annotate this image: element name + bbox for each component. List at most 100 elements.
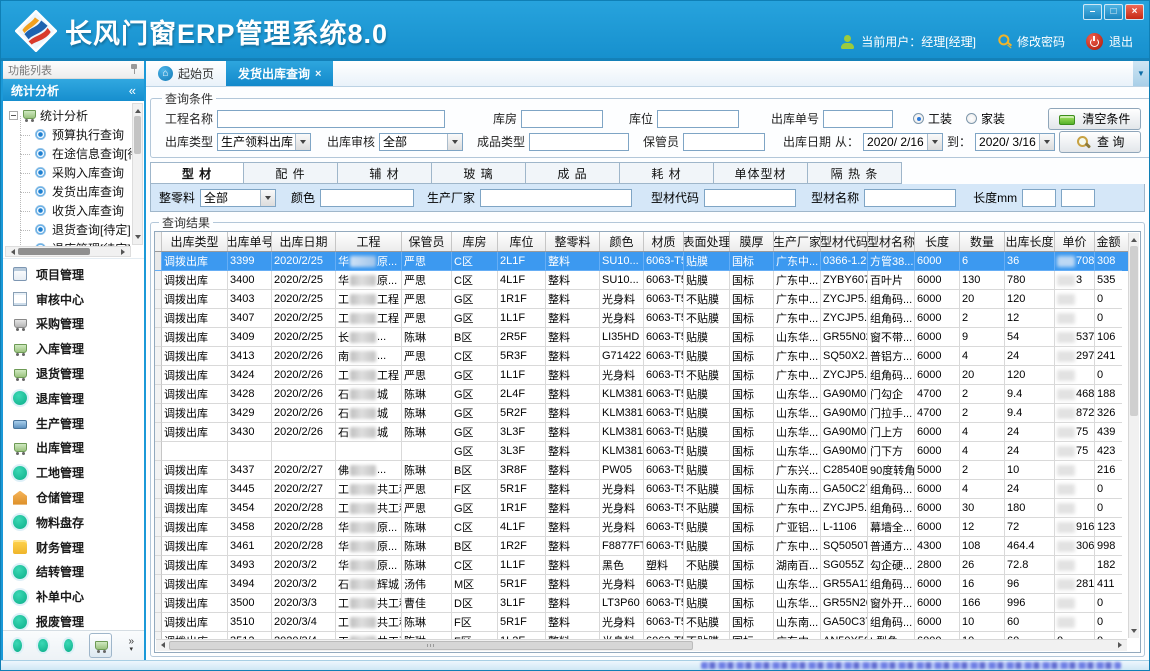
search-button[interactable]: 查 询 xyxy=(1059,131,1141,153)
audit-select[interactable]: 全部 xyxy=(379,133,463,151)
change-password-link[interactable]: 修改密码 xyxy=(997,33,1065,50)
table-row[interactable]: 调拨出库 3510 2020/3/4 工共工程 陈琳 F区 5R1F 整料 光身… xyxy=(155,613,1128,632)
column-header[interactable]: 库房 xyxy=(452,232,498,251)
column-header[interactable]: 整零料 xyxy=(546,232,600,251)
profile-code-input[interactable] xyxy=(704,189,796,207)
quick-item-icon[interactable] xyxy=(64,639,73,652)
table-row[interactable]: 调拨出库 3437 2020/2/27 佛... 陈琳 B区 3R8F 整料 P… xyxy=(155,461,1128,480)
sidebar-module-item[interactable]: 物料盘存 xyxy=(3,510,144,535)
table-row[interactable]: 调拨出库 3430 2020/2/26 石城 陈琳 G区 3L3F 整料 KLM… xyxy=(155,423,1128,442)
tree-item[interactable]: 预算执行查询 xyxy=(9,125,132,144)
color-input[interactable] xyxy=(320,189,414,207)
column-header[interactable]: 单价 xyxy=(1055,232,1095,251)
table-row[interactable]: 调拨出库 3429 2020/2/26 石城 陈琳 G区 5R2F 整料 KLM… xyxy=(155,404,1128,423)
tab-overflow-caret-icon[interactable]: ▼ xyxy=(1133,61,1149,86)
location-input[interactable] xyxy=(657,110,739,128)
column-header[interactable]: 材质 xyxy=(644,232,684,251)
sidebar-module-item[interactable]: 结转管理 xyxy=(3,560,144,585)
out-type-select[interactable]: 生产领料出库 xyxy=(217,133,311,151)
product-type-input[interactable] xyxy=(529,133,629,151)
scroll-thumb[interactable] xyxy=(18,248,90,255)
grid-horizontal-scrollbar[interactable] xyxy=(156,639,1127,651)
table-row[interactable]: 调拨出库 3400 2020/2/25 华原... 严思 C区 4L1F 整料 … xyxy=(155,271,1128,290)
sidebar-module-item[interactable]: 财务管理 xyxy=(3,535,144,560)
length-max-input[interactable] xyxy=(1061,189,1095,207)
tree-item[interactable]: 采购入库查询 xyxy=(9,163,132,182)
table-row[interactable]: 调拨出库 3407 2020/2/25 工工程 严思 G区 1L1F 整料 光身… xyxy=(155,309,1128,328)
sidebar-module-item[interactable]: 仓储管理 xyxy=(3,485,144,510)
maximize-button[interactable]: □ xyxy=(1104,4,1123,20)
radio-jiazhuang[interactable]: 家装 xyxy=(966,110,1005,127)
column-header[interactable]: 生产厂家 xyxy=(774,232,821,251)
tree-item[interactable]: 在途信息查询[待 xyxy=(9,144,132,163)
scroll-left-icon[interactable] xyxy=(158,642,165,648)
table-row[interactable]: 调拨出库 3458 2020/2/28 华原... 陈琳 C区 4L1F 整料 … xyxy=(155,518,1128,537)
tree-item[interactable]: 收货入库查询 xyxy=(9,201,132,220)
sidebar-module-item[interactable]: 生产管理 xyxy=(3,411,144,436)
minimize-button[interactable]: – xyxy=(1083,4,1102,20)
scroll-up-icon[interactable] xyxy=(135,106,141,113)
tree-item[interactable]: 退货查询[待定] xyxy=(9,220,132,239)
close-button[interactable]: × xyxy=(1125,4,1144,20)
sidebar-module-item[interactable]: 工地管理 xyxy=(3,460,144,485)
column-header[interactable]: 型材代码 xyxy=(821,232,868,251)
sidebar-module-item[interactable]: 报废管理 xyxy=(3,609,144,630)
scroll-down-icon[interactable] xyxy=(1131,629,1137,636)
scroll-thumb[interactable] xyxy=(1130,246,1138,416)
column-header[interactable]: 颜色 xyxy=(600,232,644,251)
material-tab[interactable]: 单体型材 xyxy=(714,162,808,184)
clear-conditions-button[interactable]: 清空条件 xyxy=(1048,108,1141,130)
document-tab[interactable]: 起始页 xyxy=(146,61,226,86)
column-header[interactable]: 膜厚 xyxy=(730,232,774,251)
column-header[interactable]: 出库日期 xyxy=(272,232,336,251)
quick-cart-button[interactable] xyxy=(89,633,113,658)
manufacturer-input[interactable] xyxy=(480,189,632,207)
tree-vertical-scrollbar[interactable] xyxy=(132,103,143,245)
column-header[interactable]: 出库类型 xyxy=(162,232,228,251)
tree-horizontal-scrollbar[interactable] xyxy=(5,246,131,257)
keeper-input[interactable] xyxy=(683,133,765,151)
sidebar-module-item[interactable]: 出库管理 xyxy=(3,436,144,461)
date-from-select[interactable]: 2020/ 2/16 xyxy=(863,133,943,151)
scroll-thumb[interactable] xyxy=(134,116,141,154)
more-buttons-chevron[interactable]: » ▾ xyxy=(128,638,134,654)
material-tab[interactable]: 成 品 xyxy=(526,162,620,184)
grid-vertical-scrollbar[interactable] xyxy=(1128,233,1139,638)
quick-item-icon[interactable] xyxy=(38,639,47,652)
material-tab[interactable]: 耗 材 xyxy=(620,162,714,184)
table-row[interactable]: G区 3L3F 整料 KLM3817 6063-T5 贴膜 国标 山东华... … xyxy=(155,442,1128,461)
table-row[interactable]: 调拨出库 3454 2020/2/28 工共工程 严思 G区 1R1F 整料 光… xyxy=(155,499,1128,518)
tree-root[interactable]: 统计分析 xyxy=(9,105,132,125)
column-header[interactable]: 保管员 xyxy=(402,232,452,251)
table-row[interactable]: 调拨出库 3493 2020/3/2 华原... 陈琳 C区 1L1F 整料 黑… xyxy=(155,556,1128,575)
radio-gongzhuang[interactable]: 工装 xyxy=(913,110,952,127)
column-header[interactable]: 长度 xyxy=(915,232,960,251)
table-row[interactable]: 调拨出库 3403 2020/2/25 工工程 严思 G区 1R1F 整料 光身… xyxy=(155,290,1128,309)
tree-item[interactable]: 发货出库查询 xyxy=(9,182,132,201)
column-header[interactable]: 表面处理 xyxy=(684,232,730,251)
column-header[interactable]: 金额 xyxy=(1095,232,1122,251)
table-row[interactable]: 调拨出库 3413 2020/2/26 南... 严思 C区 5R3F 整料 G… xyxy=(155,347,1128,366)
table-row[interactable]: 调拨出库 3428 2020/2/26 石城 陈琳 G区 2L4F 整料 KLM… xyxy=(155,385,1128,404)
quick-item-icon[interactable] xyxy=(13,639,22,652)
scroll-left-icon[interactable] xyxy=(8,249,15,255)
sidebar-module-item[interactable]: 审核中心 xyxy=(3,287,144,312)
expander-icon[interactable] xyxy=(9,111,18,120)
column-header[interactable]: 工程 xyxy=(336,232,402,251)
column-header[interactable]: 数量 xyxy=(960,232,1005,251)
column-header[interactable]: 出库长度 xyxy=(1005,232,1055,251)
warehouse-input[interactable] xyxy=(521,110,603,128)
tab-close-icon[interactable]: × xyxy=(315,68,321,80)
material-tab[interactable]: 型 材 xyxy=(150,162,244,184)
table-row[interactable]: 调拨出库 3409 2020/2/25 长... 陈琳 B区 2R5F 整料 L… xyxy=(155,328,1128,347)
sidebar-module-item[interactable]: 入库管理 xyxy=(3,336,144,361)
scroll-thumb[interactable] xyxy=(169,641,693,650)
table-row[interactable]: 调拨出库 3399 2020/2/25 华原... 严思 C区 2L1F 整料 … xyxy=(155,252,1128,271)
sidebar-module-item[interactable]: 补单中心 xyxy=(3,584,144,609)
logout-button[interactable]: 退出 xyxy=(1086,33,1133,50)
table-row[interactable]: 调拨出库 3424 2020/2/26 工工程 严思 G区 1L1F 整料 光身… xyxy=(155,366,1128,385)
project-name-input[interactable] xyxy=(217,110,445,128)
sidebar-module-item[interactable]: 采购管理 xyxy=(3,312,144,337)
material-tab[interactable]: 配 件 xyxy=(244,162,338,184)
scroll-right-icon[interactable] xyxy=(121,249,128,255)
